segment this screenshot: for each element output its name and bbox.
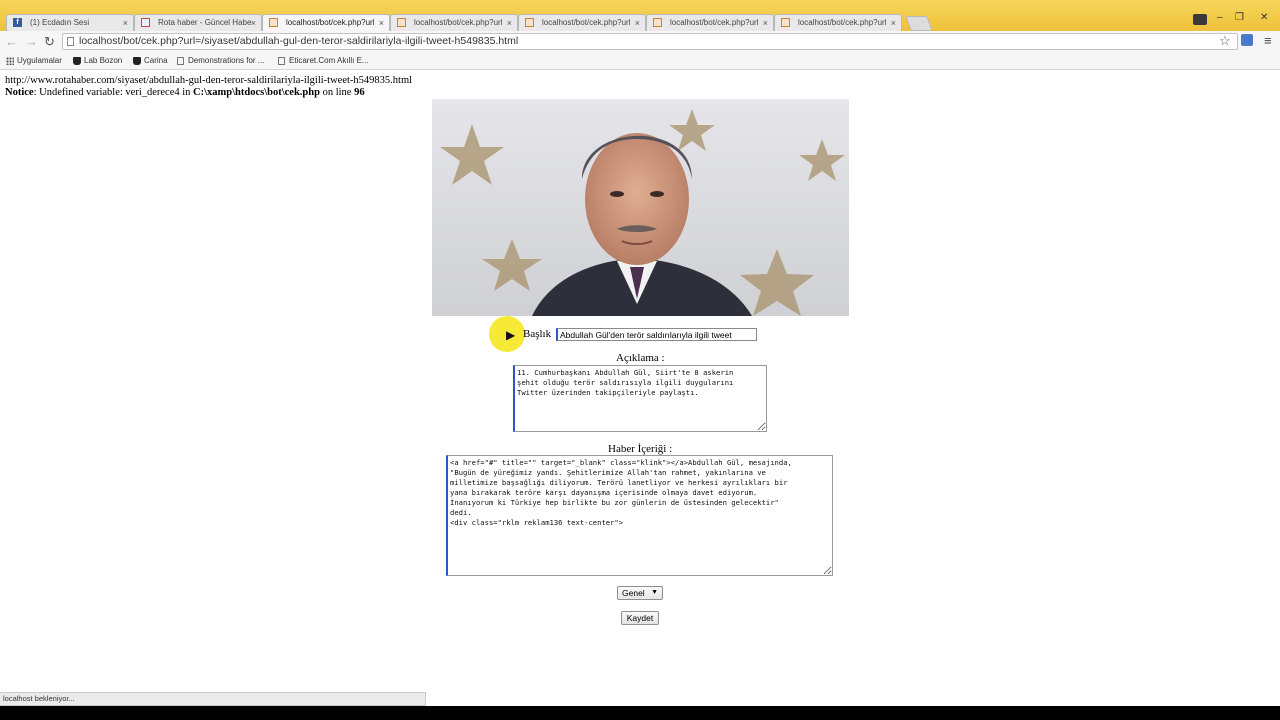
page-icon	[67, 37, 74, 46]
bookmark-eticaret[interactable]: Eticaret.Com Akıllı E...	[278, 56, 369, 66]
source-url-text: http://www.rotahaber.com/siyaset/abdulla…	[5, 75, 413, 86]
page-favicon-icon	[525, 18, 534, 27]
bookmark-favicon-icon	[133, 57, 141, 65]
notice-file: C:\xamp\htdocs\bot\cek.php	[193, 87, 320, 98]
tab-label: localhost/bot/cek.php?url	[670, 18, 759, 27]
notice-line-text: on line	[319, 87, 355, 98]
apps-grid-icon	[6, 57, 14, 65]
category-select[interactable]: Genel ▼	[617, 586, 663, 600]
page-favicon-icon	[653, 18, 662, 27]
reload-icon[interactable]: ↻	[44, 34, 55, 50]
close-window-icon[interactable]: ✕	[1260, 12, 1268, 24]
title-label: Başlık	[523, 328, 552, 340]
address-text: localhost/bot/cek.php?url=/siyaset/abdul…	[79, 35, 519, 47]
portrait-image	[432, 99, 849, 316]
status-bar: localhost bekleniyor...	[0, 692, 426, 706]
notice-prefix: Notice	[5, 87, 34, 98]
save-button[interactable]: Kaydet	[621, 611, 659, 625]
screen-bottom-edge	[0, 706, 1280, 720]
tab-localhost[interactable]: localhost/bot/cek.php?url ×	[518, 14, 646, 31]
content-label: Haber İçeriği :	[608, 443, 673, 455]
tab-label: localhost/bot/cek.php?url	[286, 18, 375, 27]
close-icon[interactable]: ×	[123, 15, 128, 31]
title-input[interactable]	[556, 328, 757, 341]
content-textarea[interactable]: <a href="#" title="" target="_blank" cla…	[446, 455, 833, 576]
tab-localhost[interactable]: localhost/bot/cek.php?url ×	[774, 14, 902, 31]
tab-label: (1) Ecdadın Sesi	[30, 18, 90, 27]
bookmark-demonstrations[interactable]: Demonstrations for ...	[177, 56, 264, 66]
page-content: http://www.rotahaber.com/siyaset/abdulla…	[0, 70, 1280, 692]
notice-line-number: 96	[354, 87, 365, 98]
category-selected: Genel	[622, 588, 645, 598]
bookmark-carina[interactable]: Carina	[133, 56, 168, 66]
tab-localhost[interactable]: localhost/bot/cek.php?url ×	[390, 14, 518, 31]
forward-icon[interactable]: →	[25, 34, 38, 50]
tab-label: Rota haber - Güncel Habe	[158, 18, 252, 27]
close-icon[interactable]: ×	[763, 15, 768, 31]
page-favicon-icon	[397, 18, 406, 27]
extension-icon[interactable]	[1241, 34, 1253, 46]
page-icon	[278, 57, 285, 65]
close-icon[interactable]: ×	[891, 15, 896, 31]
bookmark-label: Lab Bozon	[84, 56, 123, 65]
page-favicon-icon	[781, 18, 790, 27]
bookmark-lab-bozon[interactable]: Lab Bozon	[73, 56, 122, 66]
bookmark-label: Uygulamalar	[17, 56, 62, 65]
tab-label: localhost/bot/cek.php?url	[414, 18, 503, 27]
description-textarea[interactable]: 11. Cumhurbaşkanı Abdullah Gül, Siirt'te…	[513, 365, 767, 432]
close-icon[interactable]: ×	[251, 15, 256, 31]
notice-message: : Undefined variable: veri_derece4 in	[33, 87, 194, 98]
page-icon	[177, 57, 184, 65]
bookmarks-bar: Uygulamalar Lab Bozon Carina Demonstrati…	[0, 53, 1280, 70]
new-tab-button[interactable]	[905, 16, 933, 31]
tab-ecdadin-sesi[interactable]: f (1) Ecdadın Sesi ×	[6, 14, 134, 31]
description-label: Açıklama :	[616, 352, 665, 364]
bookmark-label: Demonstrations for ...	[188, 56, 265, 65]
close-icon[interactable]: ×	[507, 15, 512, 31]
php-notice: Notice: Undefined variable: veri_derece4…	[5, 87, 365, 98]
close-icon[interactable]: ×	[379, 15, 384, 31]
bookmark-favicon-icon	[73, 57, 81, 65]
tab-localhost[interactable]: localhost/bot/cek.php?url ×	[646, 14, 774, 31]
news-photo	[432, 99, 849, 316]
tab-localhost-active[interactable]: localhost/bot/cek.php?url ×	[262, 14, 390, 31]
dropdown-arrow-icon: ▼	[651, 589, 658, 596]
bookmark-apps[interactable]: Uygulamalar	[6, 56, 62, 66]
tab-label: localhost/bot/cek.php?url	[542, 18, 631, 27]
profile-icon[interactable]	[1193, 14, 1207, 25]
menu-icon[interactable]: ≡	[1264, 33, 1272, 48]
mouse-cursor-icon: ▶	[506, 328, 516, 342]
bookmark-label: Eticaret.Com Akıllı E...	[289, 56, 369, 65]
restore-icon[interactable]: ❐	[1235, 12, 1244, 24]
address-bar[interactable]: localhost/bot/cek.php?url=/siyaset/abdul…	[62, 33, 1238, 50]
browser-toolbar: ← → ↻ localhost/bot/cek.php?url=/siyaset…	[0, 31, 1280, 53]
facebook-icon: f	[13, 18, 22, 27]
rota-favicon-icon	[141, 18, 150, 27]
bookmark-label: Carina	[144, 56, 168, 65]
tab-rota-haber[interactable]: Rota haber - Güncel Habe ×	[134, 14, 262, 31]
back-icon[interactable]: ←	[5, 34, 18, 50]
tab-strip: f (1) Ecdadın Sesi × Rota haber - Güncel…	[0, 0, 1280, 31]
page-favicon-icon	[269, 18, 278, 27]
minimize-icon[interactable]: –	[1217, 12, 1223, 24]
tab-label: localhost/bot/cek.php?url	[798, 18, 887, 27]
close-icon[interactable]: ×	[635, 15, 640, 31]
bookmark-star-icon[interactable]: ☆	[1219, 33, 1231, 49]
